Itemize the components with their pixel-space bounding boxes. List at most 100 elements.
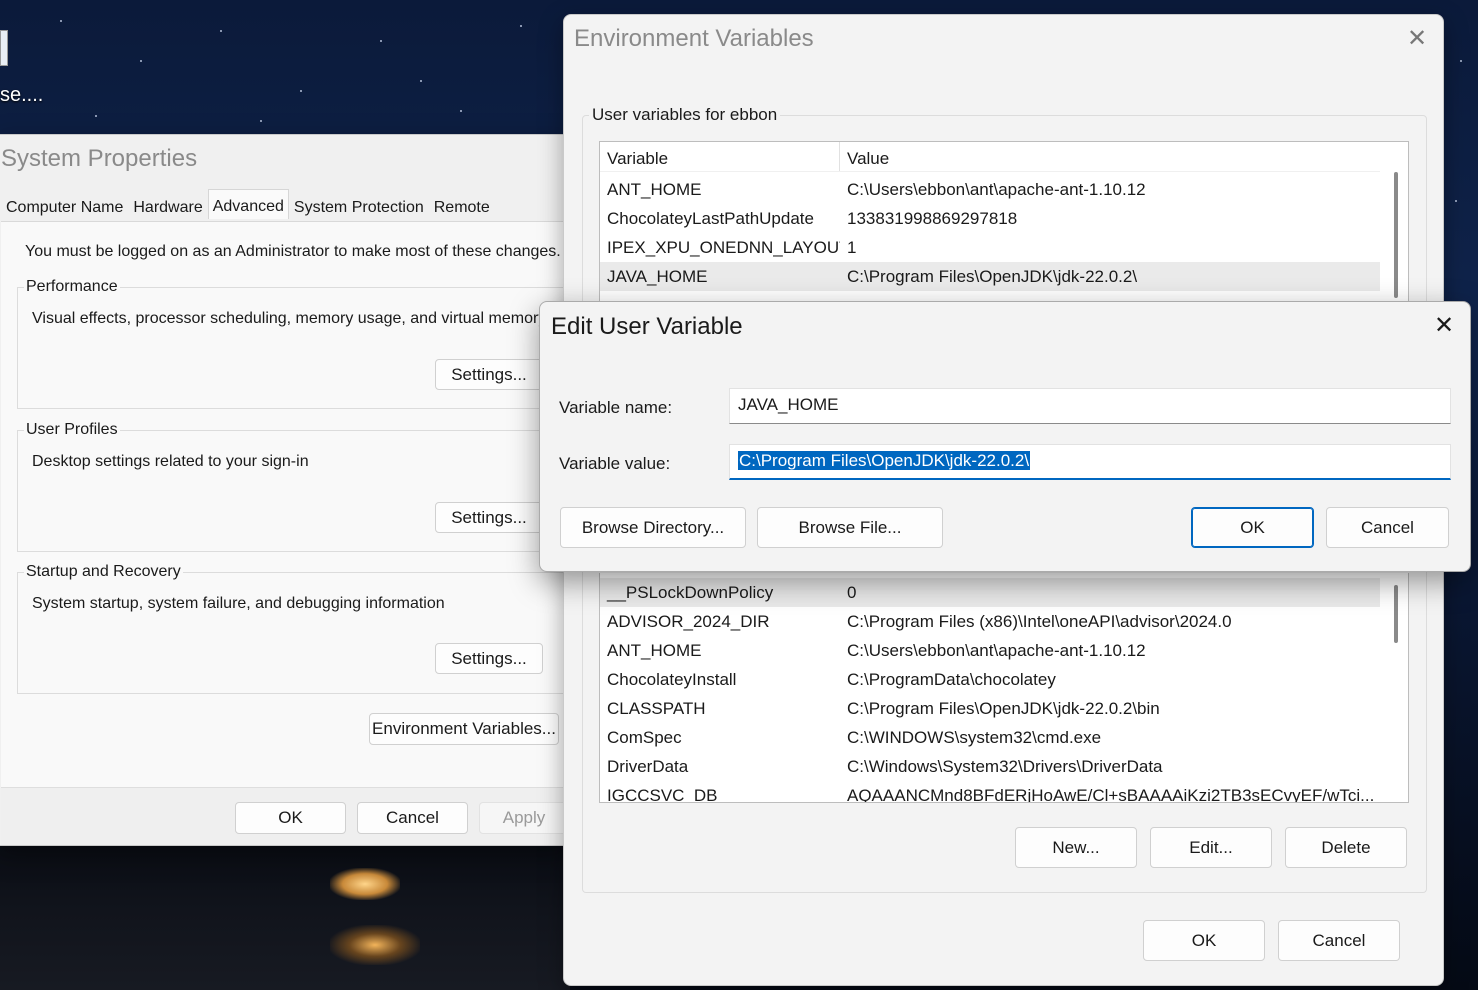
system-properties-window: System Properties Computer Name Hardware… [0,134,577,846]
variable-name: IGCCSVC_DB [607,786,718,803]
variable-name: DriverData [607,757,689,776]
browse-directory-button[interactable]: Browse Directory... [560,507,746,548]
variable-name: __PSLockDownPolicy [607,583,774,602]
edit-button[interactable]: Edit... [1150,827,1272,868]
edit-user-variable-dialog: Edit User Variable ✕ Variable name: JAVA… [539,301,1471,572]
performance-group: Performance Visual effects, processor sc… [17,278,577,409]
environment-variables-button[interactable]: Environment Variables... [369,713,559,745]
tab-computer-name[interactable]: Computer Name [1,193,128,221]
star [520,25,522,27]
list-item-selected[interactable]: __PSLockDownPolicy 0 [600,578,1380,607]
star [60,20,62,22]
startup-recovery-settings-button[interactable]: Settings... [435,643,543,674]
variable-value: 133831998869297818 [847,209,1018,228]
cabin-light [330,868,400,900]
tab-bar: Computer Name Hardware Advanced System P… [1,189,495,221]
variable-name: IPEX_XPU_ONEDNN_LAYOUT [607,238,840,257]
window-title: System Properties [1,145,198,172]
tab-remote[interactable]: Remote [429,193,495,221]
variable-name: CLASSPATH [607,699,706,718]
user-variables-list[interactable]: Variable Value ANT_HOME C:\Users\ebbon\a… [599,141,1409,313]
window-title: Environment Variables [574,25,814,52]
list-item[interactable]: ADVISOR_2024_DIR C:\Program Files (x86)\… [600,607,1380,636]
startup-recovery-group: Startup and Recovery System startup, sys… [17,563,577,694]
performance-desc: Visual effects, processor scheduling, me… [32,310,547,327]
variable-value-input[interactable]: C:\Program Files\OpenJDK\jdk-22.0.2\ [729,444,1451,480]
variable-value: C:\Users\ebbon\ant\apache-ant-1.10.12 [847,641,1146,660]
list-header: Variable Value [600,142,1380,172]
ok-button[interactable]: OK [235,802,346,834]
variable-value: C:\WINDOWS\system32\cmd.exe [847,728,1102,747]
user-profiles-settings-button[interactable]: Settings... [435,502,543,533]
system-variables-list[interactable]: __PSLockDownPolicy 0 ADVISOR_2024_DIR C:… [599,573,1409,803]
tab-advanced[interactable]: Advanced [207,189,289,219]
performance-settings-button[interactable]: Settings... [435,359,543,390]
variable-value: 1 [847,238,857,257]
list-item[interactable]: ANT_HOME C:\Users\ebbon\ant\apache-ant-1… [600,636,1380,665]
delete-button[interactable]: Delete [1285,827,1407,868]
star [260,120,262,122]
star [420,80,422,82]
star [95,115,97,117]
list-item[interactable]: ChocolateyLastPathUpdate 133831998869297… [600,204,1380,233]
new-button[interactable]: New... [1015,827,1137,868]
desktop-icon-label[interactable]: se.... [0,84,43,107]
variable-value: C:\Users\ebbon\ant\apache-ant-1.10.12 [847,180,1146,199]
list-item[interactable]: ChocolateyInstall C:\ProgramData\chocola… [600,665,1380,694]
list-item[interactable]: IGCCSVC_DB AQAAANCMnd8BFdERjHoAwE/Cl+sBA… [600,781,1380,803]
user-profiles-desc: Desktop settings related to your sign-in [32,453,309,470]
variable-name-input[interactable]: JAVA_HOME [729,388,1451,424]
list-item[interactable]: ANT_HOME C:\Users\ebbon\ant\apache-ant-1… [600,175,1380,204]
variable-name: ChocolateyLastPathUpdate [607,209,814,228]
cancel-button[interactable]: Cancel [1278,920,1400,961]
variable-value: C:\ProgramData\chocolatey [847,670,1056,689]
close-icon[interactable]: ✕ [1405,27,1429,51]
list-item[interactable]: ComSpec C:\WINDOWS\system32\cmd.exe [600,723,1380,752]
variable-name: ANT_HOME [607,180,702,199]
user-profiles-group: User Profiles Desktop settings related t… [17,421,577,552]
star [1455,200,1457,202]
star [300,90,302,92]
list-item[interactable]: DriverData C:\Windows\System32\Drivers\D… [600,752,1380,781]
startup-recovery-desc: System startup, system failure, and debu… [32,595,445,612]
startup-recovery-label: Startup and Recovery [24,563,183,581]
star [140,60,142,62]
tab-hardware[interactable]: Hardware [128,193,207,221]
variable-value: C:\Program Files\OpenJDK\jdk-22.0.2\ [847,267,1138,286]
star [460,110,462,112]
variable-name: ChocolateyInstall [607,670,737,689]
list-item[interactable]: IPEX_XPU_ONEDNN_LAYOUT 1 [600,233,1380,262]
cancel-button[interactable]: Cancel [357,802,468,834]
variable-value: C:\Program Files (x86)\Intel\oneAPI\advi… [847,612,1232,631]
close-icon[interactable]: ✕ [1432,314,1456,338]
apply-button[interactable]: Apply [479,802,569,834]
ok-button[interactable]: OK [1143,920,1265,961]
admin-notice: You must be logged on as an Administrato… [25,243,561,260]
vertical-scrollbar[interactable] [1394,585,1398,643]
performance-label: Performance [24,278,120,296]
variable-value: AQAAANCMnd8BFdERjHoAwE/Cl+sBAAAAiKzi2TB3… [847,786,1375,803]
vertical-scrollbar[interactable] [1394,172,1398,298]
variable-name: ANT_HOME [607,641,702,660]
column-variable[interactable]: Variable [600,142,840,171]
star [1460,60,1462,62]
list-item[interactable]: CLASSPATH C:\Program Files\OpenJDK\jdk-2… [600,694,1380,723]
dialog-title: Edit User Variable [551,313,743,340]
variable-name: ADVISOR_2024_DIR [607,612,770,631]
variable-name-label: Variable name: [559,398,673,417]
column-value[interactable]: Value [840,142,1380,171]
selected-text: C:\Program Files\OpenJDK\jdk-22.0.2\ [738,451,1031,470]
star [220,30,222,32]
tab-system-protection[interactable]: System Protection [289,193,429,221]
ok-button[interactable]: OK [1191,507,1314,548]
list-item-selected[interactable]: JAVA_HOME C:\Program Files\OpenJDK\jdk-2… [600,262,1380,291]
user-profiles-label: User Profiles [24,421,120,439]
variable-name: JAVA_HOME [607,267,708,286]
desktop-file-icon[interactable] [0,30,8,66]
browse-file-button[interactable]: Browse File... [757,507,943,548]
star [380,40,382,42]
cabin-reflection [330,925,420,965]
variable-value: C:\Windows\System32\Drivers\DriverData [847,757,1163,776]
cancel-button[interactable]: Cancel [1326,507,1449,548]
night-lake [0,846,570,990]
